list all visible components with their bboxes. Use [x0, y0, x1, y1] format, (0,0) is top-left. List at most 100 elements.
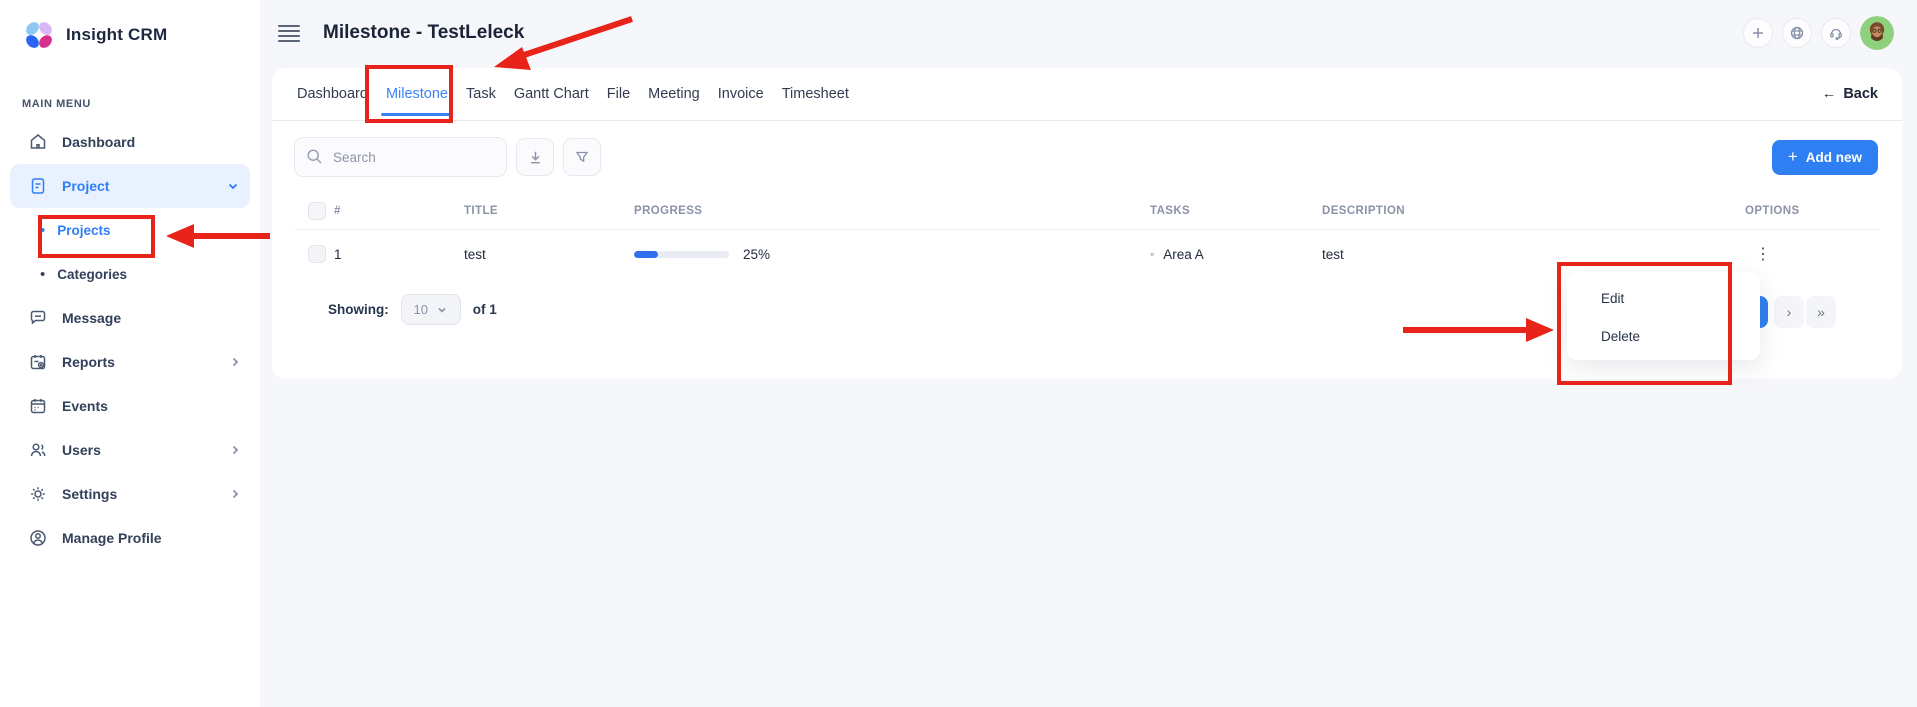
menu-item-edit[interactable]: Edit	[1567, 279, 1760, 317]
add-new-label: Add new	[1806, 150, 1862, 165]
tab-label: Gantt Chart	[514, 86, 589, 102]
avatar-image	[1860, 16, 1894, 50]
tab-task[interactable]: Task	[457, 68, 505, 120]
chevron-right-icon	[228, 355, 242, 369]
next-page-button[interactable]: ›	[1774, 296, 1804, 328]
sidebar-item-events[interactable]: Events	[0, 384, 260, 428]
sidebar-item-label: Manage Profile	[62, 530, 162, 546]
message-icon	[28, 308, 48, 328]
page-size-select[interactable]: 10	[401, 294, 461, 325]
column-header-tasks: TASKS	[1150, 205, 1322, 217]
reports-icon	[28, 352, 48, 372]
progress-bar	[634, 251, 729, 258]
progress-label: 25%	[743, 247, 770, 262]
sidebar-section-label: MAIN MENU	[22, 98, 260, 110]
column-header-title: TITLE	[464, 205, 634, 217]
export-button[interactable]	[516, 138, 554, 176]
sidebar-item-users[interactable]: Users	[0, 428, 260, 472]
download-icon	[526, 148, 545, 167]
search-icon	[305, 147, 324, 166]
filter-icon	[573, 148, 591, 166]
row-checkbox[interactable]	[308, 245, 326, 263]
tab-label: Milestone	[386, 86, 448, 102]
chevron-down-icon	[436, 304, 448, 316]
sidebar-item-label: Project	[62, 178, 109, 194]
row-options-kebab-icon[interactable]: ⋮	[1751, 244, 1775, 264]
tab-label: Task	[466, 86, 496, 102]
sidebar-nav: Dashboard Project • Projects • Categorie…	[0, 120, 260, 560]
plus-icon	[1750, 25, 1766, 41]
support-button[interactable]	[1821, 18, 1851, 48]
add-new-button[interactable]: + Add new	[1772, 140, 1878, 175]
sidebar-item-categories[interactable]: • Categories	[0, 252, 260, 296]
row-title: test	[464, 247, 634, 262]
tab-milestone[interactable]: Milestone	[377, 68, 457, 120]
tab-invoice[interactable]: Invoice	[709, 68, 773, 120]
gear-icon	[28, 484, 48, 504]
page-size-value: 10	[414, 302, 428, 317]
sidebar-item-reports[interactable]: Reports	[0, 340, 260, 384]
app-name: Insight CRM	[66, 25, 167, 45]
column-header-options: OPTIONS	[1745, 205, 1880, 217]
sidebar-item-label: Reports	[62, 354, 115, 370]
last-page-button[interactable]: »	[1806, 296, 1836, 328]
progress-fill	[634, 251, 658, 258]
tab-label: Timesheet	[782, 86, 849, 102]
row-tasks: ◦ Area A	[1150, 247, 1322, 262]
row-progress: 25%	[634, 247, 1150, 262]
top-bar: Milestone - TestLeleck	[260, 0, 1917, 66]
tab-timesheet[interactable]: Timesheet	[773, 68, 858, 120]
filter-button[interactable]	[563, 138, 601, 176]
bullet-icon: •	[40, 222, 45, 239]
language-button[interactable]	[1782, 18, 1812, 48]
back-button[interactable]: ← Back	[1822, 86, 1878, 102]
task-bullet-icon: ◦	[1150, 247, 1154, 261]
chevron-right-icon	[228, 443, 242, 457]
page-title: Milestone - TestLeleck	[323, 22, 524, 44]
toolbar: + Add new	[272, 121, 1902, 193]
sidebar-item-project[interactable]: Project	[10, 164, 250, 208]
task-label: Area A	[1163, 247, 1204, 262]
plus-icon: +	[1788, 147, 1798, 167]
sidebar: Insight CRM MAIN MENU Dashboard Project	[0, 0, 260, 707]
table-header: # TITLE PROGRESS TASKS DESCRIPTION OPTIO…	[272, 193, 1902, 229]
sidebar-item-projects[interactable]: • Projects	[0, 208, 260, 252]
tab-gantt-chart[interactable]: Gantt Chart	[505, 68, 598, 120]
back-label: Back	[1843, 86, 1878, 102]
tab-meeting[interactable]: Meeting	[639, 68, 709, 120]
search-box	[294, 137, 507, 177]
sidebar-item-manage-profile[interactable]: Manage Profile	[0, 516, 260, 560]
column-header-description: DESCRIPTION	[1322, 205, 1745, 217]
headset-icon	[1828, 25, 1844, 41]
select-all-checkbox[interactable]	[308, 202, 326, 220]
sidebar-subitem-label: Categories	[57, 267, 127, 282]
sidebar-item-dashboard[interactable]: Dashboard	[0, 120, 260, 164]
tab-file[interactable]: File	[598, 68, 639, 120]
chevron-right-icon	[228, 487, 242, 501]
column-header-progress: PROGRESS	[634, 205, 1150, 217]
tab-label: Dashboard	[297, 86, 368, 102]
tabs-bar: Dashboard Milestone Task Gantt Chart Fil…	[272, 68, 1902, 120]
bullet-icon: •	[40, 266, 45, 283]
app-root: Insight CRM MAIN MENU Dashboard Project	[0, 0, 1917, 707]
back-arrow-icon: ←	[1822, 86, 1837, 102]
row-description: test	[1322, 247, 1745, 262]
user-avatar[interactable]	[1860, 16, 1894, 50]
globe-icon	[1789, 25, 1805, 41]
tab-label: File	[607, 86, 630, 102]
quick-add-button[interactable]	[1743, 18, 1773, 48]
sidebar-item-message[interactable]: Message	[0, 296, 260, 340]
table-row: 1 test 25% ◦ Area A test ⋮	[272, 230, 1902, 278]
search-input[interactable]	[294, 137, 507, 177]
topbar-actions	[1743, 16, 1894, 50]
project-icon	[28, 176, 48, 196]
tab-dashboard[interactable]: Dashboard	[288, 68, 377, 120]
sidebar-item-settings[interactable]: Settings	[0, 472, 260, 516]
row-num: 1	[334, 247, 464, 262]
flower-logo-icon	[22, 18, 56, 52]
menu-item-delete[interactable]: Delete	[1567, 317, 1760, 355]
tab-label: Meeting	[648, 86, 700, 102]
of-label: of 1	[473, 302, 497, 317]
tab-label: Invoice	[718, 86, 764, 102]
hamburger-menu-icon[interactable]	[278, 25, 300, 42]
